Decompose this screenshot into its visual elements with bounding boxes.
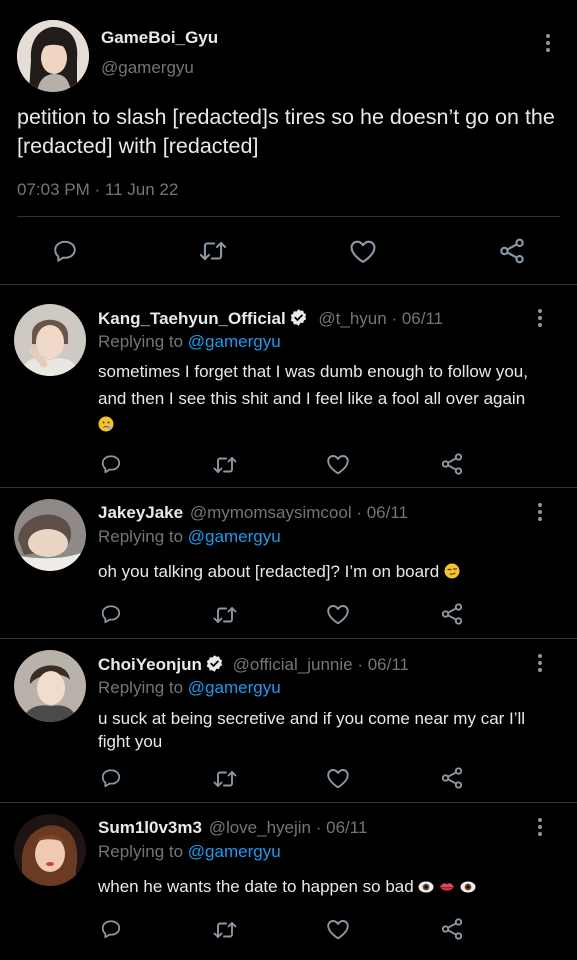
reply-retweet-icon[interactable] [212, 453, 238, 477]
reply-replying-line: Replying to @gamergyu [98, 842, 281, 862]
reply-more-options-icon[interactable] [537, 654, 543, 672]
reply-reply-icon[interactable] [100, 918, 122, 940]
profile-photo-icon [17, 20, 89, 92]
reply-display-name[interactable]: JakeyJake [98, 503, 183, 522]
main-like-icon[interactable] [349, 238, 377, 264]
reply-avatar[interactable] [14, 650, 86, 722]
reply-avatar[interactable] [14, 304, 86, 376]
reply-divider [0, 802, 577, 803]
replying-to-handle[interactable]: @gamergyu [188, 842, 281, 861]
reply-replying-line: Replying to @gamergyu [98, 332, 281, 352]
reply-display-name[interactable]: Sum1l0v3m3 [98, 818, 202, 837]
reply-more-options-icon[interactable] [537, 309, 543, 327]
main-avatar[interactable] [17, 20, 89, 92]
reply-replying-line: Replying to @gamergyu [98, 678, 281, 698]
reply-divider [0, 638, 577, 639]
reply-handle[interactable]: @t_hyun [318, 309, 386, 328]
reply-text: when he wants the date to happen so bad [98, 877, 414, 896]
reply-handle[interactable]: @mymomsaysimcool [190, 503, 352, 522]
main-tweet-text: petition to slash [redacted]s tires so h… [17, 105, 555, 158]
smirking-face-emoji-icon [444, 563, 460, 585]
reply-like-icon[interactable] [326, 767, 350, 789]
reply-header: Kang_Taehyun_Official @t_hyun · 06/11 [98, 308, 443, 332]
reply-header: Sum1l0v3m3 @love_hyejin · 06/11 [98, 818, 367, 838]
profile-photo-icon [14, 499, 86, 571]
reply-replying-line: Replying to @gamergyu [98, 527, 281, 547]
main-handle[interactable]: @gamergyu [101, 58, 194, 78]
reply-retweet-icon[interactable] [212, 918, 238, 942]
reply-share-icon[interactable] [440, 452, 464, 476]
reply-text-block: oh you talking about [redacted]? I’m on … [98, 561, 543, 585]
replying-to-handle[interactable]: @gamergyu [188, 527, 281, 546]
reply-reply-icon[interactable] [100, 767, 122, 789]
replying-to-label: Replying to [98, 678, 184, 697]
lips-emoji-icon [439, 878, 455, 900]
main-sep: · [94, 180, 101, 199]
reply-reply-icon[interactable] [100, 603, 122, 625]
reply-more-options-icon[interactable] [537, 818, 543, 836]
reply-divider [0, 487, 577, 488]
replying-to-handle[interactable]: @gamergyu [188, 332, 281, 351]
reply-date[interactable]: · 06/11 [357, 655, 409, 674]
reply-like-icon[interactable] [326, 453, 350, 475]
reply-date[interactable]: · 06/11 [356, 503, 408, 522]
reply-display-name[interactable]: ChoiYeonjun [98, 655, 202, 674]
reply-like-icon[interactable] [326, 918, 350, 940]
main-display-name[interactable]: GameBoi_Gyu [101, 28, 218, 48]
reply-header: JakeyJake @mymomsaysimcool · 06/11 [98, 503, 408, 523]
reply-display-name[interactable]: Kang_Taehyun_Official [98, 309, 286, 328]
reply-handle[interactable]: @official_junnie [233, 655, 353, 674]
profile-photo-icon [14, 650, 86, 722]
reply-avatar[interactable] [14, 499, 86, 571]
reply-reply-icon[interactable] [100, 453, 122, 475]
reply-share-icon[interactable] [440, 602, 464, 626]
main-divider-top [17, 216, 560, 217]
reply-text: sometimes I forget that I was dumb enoug… [98, 362, 528, 408]
reply-date[interactable]: · 06/11 [316, 818, 368, 837]
verified-badge-icon [205, 654, 224, 678]
reply-like-icon[interactable] [326, 603, 350, 625]
reply-date[interactable]: · 06/11 [391, 309, 443, 328]
reply-text: oh you talking about [redacted]? I’m on … [98, 562, 440, 581]
reply-text-block: when he wants the date to happen so bad [98, 876, 548, 900]
main-reply-icon[interactable] [52, 238, 78, 264]
main-date[interactable]: 11 Jun 22 [105, 180, 178, 199]
replying-to-label: Replying to [98, 527, 184, 546]
main-time: 07:03 PM [17, 180, 90, 199]
replying-to-handle[interactable]: @gamergyu [188, 678, 281, 697]
reply-share-icon[interactable] [440, 917, 464, 941]
eye-emoji-icon [418, 878, 434, 900]
reply-share-icon[interactable] [440, 766, 464, 790]
reply-retweet-icon[interactable] [212, 767, 238, 791]
reply-handle[interactable]: @love_hyejin [209, 818, 311, 837]
eye-emoji-icon [460, 878, 476, 900]
main-timestamp: 07:03 PM · 11 Jun 22 [17, 180, 178, 200]
reply-more-options-icon[interactable] [537, 503, 543, 521]
profile-photo-icon [14, 814, 86, 886]
crying-face-emoji-icon [98, 414, 114, 441]
reply-header: ChoiYeonjun @official_junnie · 06/11 [98, 654, 409, 678]
reply-avatar[interactable] [14, 814, 86, 886]
reply-retweet-icon[interactable] [212, 603, 238, 627]
main-more-options-icon[interactable] [545, 34, 551, 52]
profile-photo-icon [14, 304, 86, 376]
main-retweet-icon[interactable] [198, 237, 228, 265]
verified-badge-icon [289, 308, 308, 332]
replying-to-label: Replying to [98, 842, 184, 861]
reply-text: u suck at being secretive and if you com… [98, 709, 526, 751]
replying-to-label: Replying to [98, 332, 184, 351]
main-share-icon[interactable] [498, 237, 526, 265]
reply-text-block: sometimes I forget that I was dumb enoug… [98, 359, 543, 441]
main-divider-bottom [0, 284, 577, 285]
